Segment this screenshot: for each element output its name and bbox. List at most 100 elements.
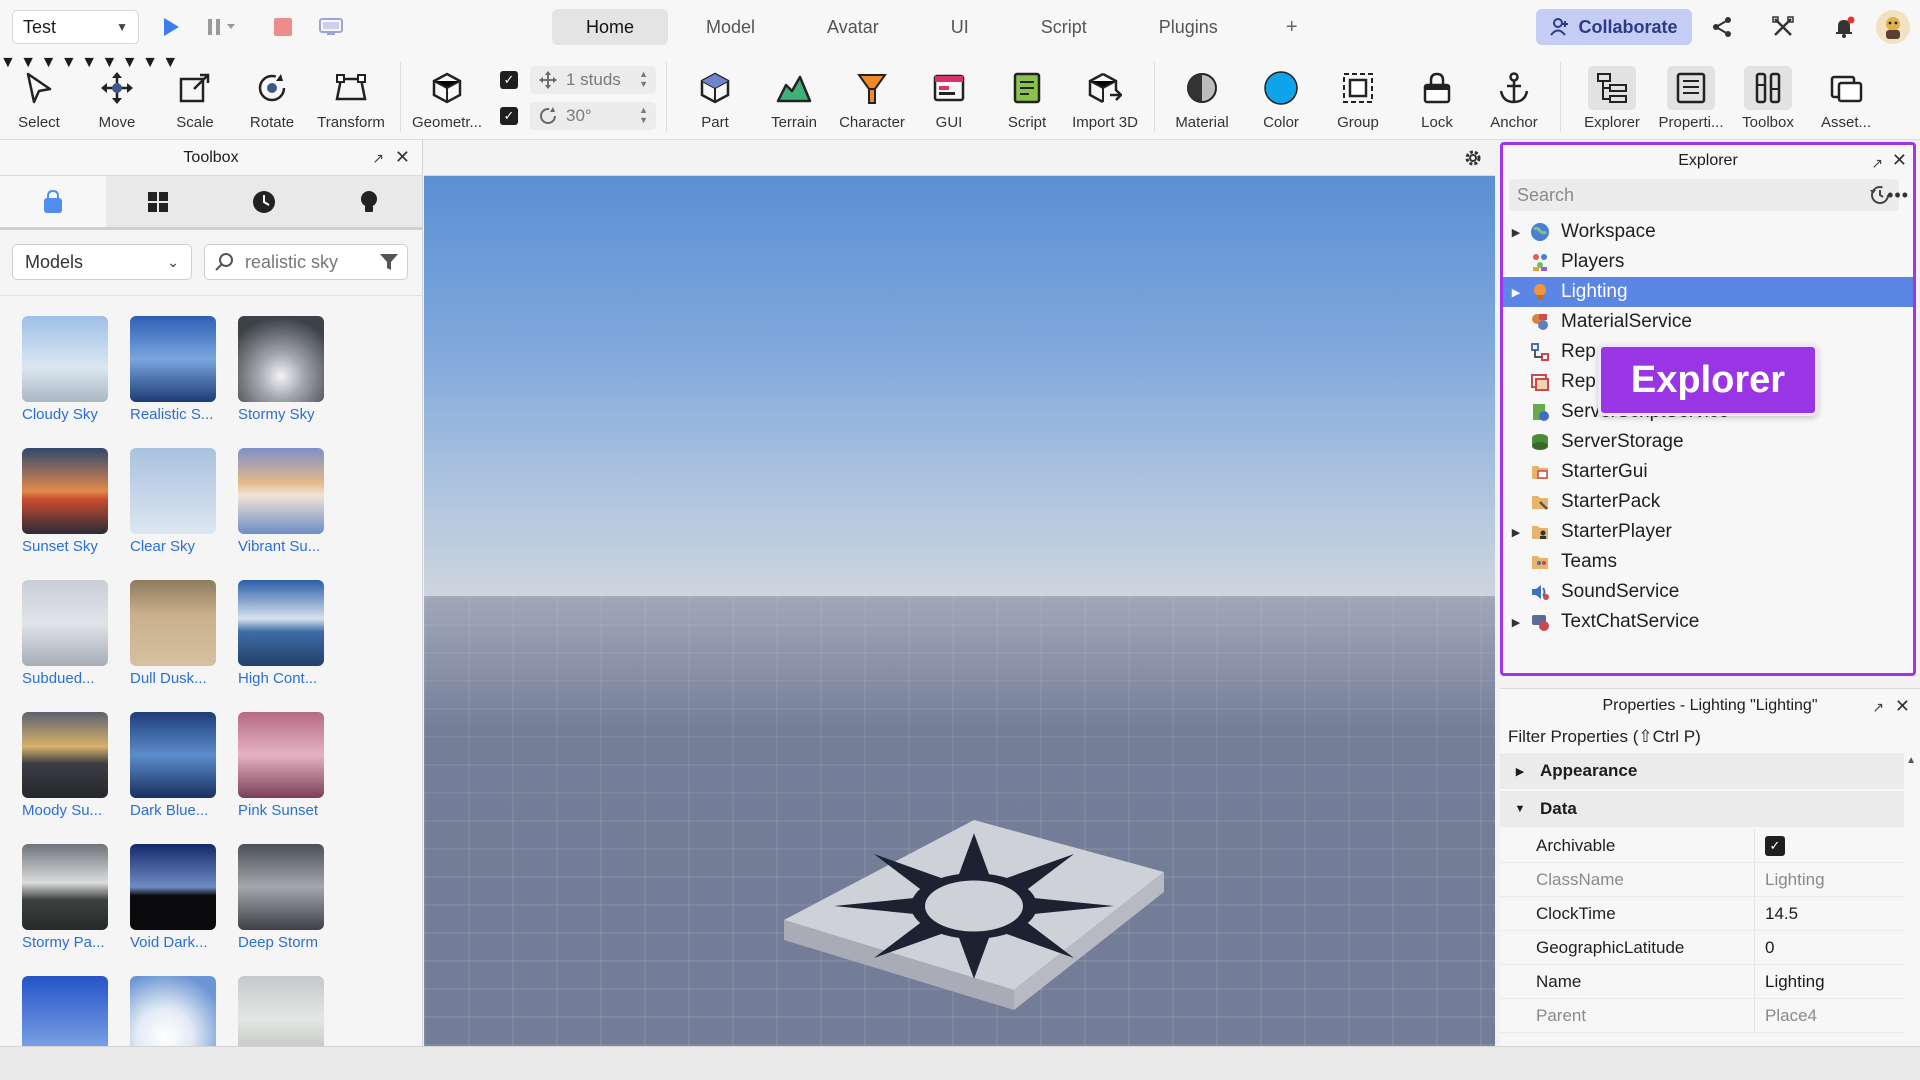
team-create-button[interactable] — [1769, 13, 1797, 41]
asset-card[interactable]: Stormy Sky — [238, 316, 330, 423]
close-icon[interactable]: ✕ — [1892, 150, 1907, 171]
asset-card[interactable]: Dull Dusk... — [130, 580, 222, 687]
tab-script[interactable]: Script — [1007, 9, 1121, 45]
tree-item-soundservice[interactable]: SoundService — [1503, 577, 1913, 607]
terrain-button[interactable]: Terrain — [766, 66, 822, 136]
category-data[interactable]: ▼ Data — [1500, 791, 1904, 827]
part-button[interactable]: Part — [690, 66, 740, 136]
script-button[interactable]: Script — [1002, 66, 1052, 136]
tab-creations[interactable] — [316, 176, 422, 227]
property-value[interactable]: Lighting — [1754, 964, 1904, 999]
tab-recent[interactable] — [211, 176, 317, 227]
properties-toggle-button[interactable]: Properti... — [1654, 66, 1728, 136]
asset-card[interactable]: Void Dark... — [130, 844, 222, 951]
asset-card[interactable]: Cloudy Sky — [22, 316, 114, 423]
tree-item-serverstorage[interactable]: ServerStorage — [1503, 427, 1913, 457]
share-button[interactable] — [1708, 13, 1736, 41]
test-mode-dropdown[interactable]: Test ▼ — [12, 10, 139, 44]
explorer-search-input[interactable]: Search — [1509, 179, 1899, 211]
tab-ui[interactable]: UI — [917, 9, 1003, 45]
stepper-icon[interactable]: ▲ ▼ — [639, 69, 648, 89]
character-button[interactable]: Character — [834, 66, 910, 136]
add-tab-button[interactable]: + — [1256, 9, 1328, 45]
tab-inventory[interactable] — [105, 176, 211, 227]
asset-card[interactable]: Moody Su... — [22, 712, 114, 819]
scroll-up-icon[interactable]: ▲ — [1906, 755, 1916, 766]
pause-button[interactable] — [206, 14, 236, 40]
move-snap-field[interactable]: 1 studs ▲ ▼ — [530, 66, 656, 94]
tree-item-teams[interactable]: Teams — [1503, 547, 1913, 577]
asset-card[interactable]: High Cont... — [238, 580, 330, 687]
tree-item-starterplayer[interactable]: ▶ StarterPlayer — [1503, 517, 1913, 547]
property-row-name[interactable]: Name Lighting — [1500, 964, 1904, 999]
toolbox-toggle-button[interactable]: Toolbox — [1736, 66, 1800, 136]
more-options-icon[interactable]: ••• — [1887, 185, 1909, 206]
tree-item-starterpack[interactable]: StarterPack — [1503, 487, 1913, 517]
tree-item-workspace[interactable]: ▶ Workspace — [1503, 217, 1913, 247]
user-avatar[interactable] — [1876, 10, 1910, 44]
rotate-snap-checkbox[interactable]: ✓ — [500, 107, 518, 125]
filter-properties-input[interactable]: Filter Properties (⇧Ctrl P) — [1508, 727, 1701, 747]
asset-card[interactable] — [22, 976, 114, 1046]
tree-item-lighting[interactable]: ▶ Lighting — [1503, 277, 1913, 307]
material-button[interactable]: Material — [1170, 66, 1234, 136]
tab-avatar[interactable]: Avatar — [793, 9, 913, 45]
rotate-snap-field[interactable]: 30° ▲ ▼ — [530, 102, 656, 130]
gui-button[interactable]: GUI — [924, 66, 974, 136]
spawn-location[interactable] — [784, 820, 1164, 1040]
asset-card[interactable]: Sunset Sky — [22, 448, 114, 555]
asset-card[interactable]: Vibrant Su... — [238, 448, 330, 555]
stop-button[interactable] — [272, 14, 294, 40]
lock-button[interactable]: Lock — [1412, 66, 1462, 136]
close-icon[interactable]: ✕ — [1895, 696, 1910, 717]
play-button[interactable] — [160, 14, 182, 40]
popout-icon[interactable]: ↗ — [372, 150, 384, 167]
transform-tool-button[interactable]: Transform — [314, 66, 388, 136]
asset-card[interactable] — [238, 976, 330, 1046]
popout-icon[interactable]: ↗ — [1872, 699, 1884, 716]
group-button[interactable]: Group — [1332, 66, 1384, 136]
property-row-geographiclatitude[interactable]: GeographicLatitude 0 — [1500, 930, 1904, 965]
tab-marketplace[interactable] — [0, 176, 106, 227]
tab-model[interactable]: Model — [672, 9, 789, 45]
expand-arrow-icon[interactable]: ▶ — [1500, 765, 1540, 778]
asset-card[interactable]: Stormy Pa... — [22, 844, 114, 951]
property-value[interactable]: 14.5 — [1754, 896, 1904, 931]
close-icon[interactable]: ✕ — [395, 147, 410, 168]
move-tool-button[interactable]: Move — [92, 66, 142, 136]
expand-arrow-icon[interactable]: ▶ — [1503, 226, 1529, 239]
rotate-tool-button[interactable]: Rotate — [246, 66, 298, 136]
asset-card[interactable]: Deep Storm — [238, 844, 330, 951]
asset-card[interactable]: Realistic S... — [130, 316, 222, 423]
3d-viewport[interactable] — [424, 140, 1495, 1046]
category-dropdown[interactable]: Models ⌄ — [12, 244, 192, 280]
tab-home[interactable]: Home — [552, 9, 669, 45]
asset-card[interactable]: Dark Blue... — [130, 712, 222, 819]
asset-manager-button[interactable]: Asset... — [1814, 66, 1878, 136]
asset-card[interactable]: Clear Sky — [130, 448, 222, 555]
tab-plugins[interactable]: Plugins — [1125, 9, 1252, 45]
category-appearance[interactable]: ▶ Appearance — [1500, 753, 1904, 789]
expand-arrow-icon[interactable]: ▶ — [1503, 526, 1529, 539]
property-row-clocktime[interactable]: ClockTime 14.5 — [1500, 896, 1904, 931]
notifications-button[interactable] — [1830, 13, 1858, 41]
device-emulator-button[interactable] — [318, 14, 344, 40]
tree-item-players[interactable]: Players — [1503, 247, 1913, 277]
asset-card[interactable] — [130, 976, 222, 1046]
collapse-arrow-icon[interactable]: ▼ — [1500, 803, 1540, 815]
popout-icon[interactable]: ↗ — [1871, 155, 1883, 172]
toolbox-search-input[interactable]: realistic sky — [204, 244, 408, 280]
stepper-icon[interactable]: ▲ ▼ — [639, 105, 648, 125]
select-tool-button[interactable]: Select — [14, 66, 64, 136]
color-button[interactable]: Color — [1254, 66, 1308, 136]
archivable-checkbox[interactable]: ✓ — [1765, 835, 1785, 856]
asset-card[interactable]: Subdued... — [22, 580, 114, 687]
anchor-button[interactable]: Anchor — [1486, 66, 1542, 136]
expand-arrow-icon[interactable]: ▶ — [1503, 286, 1529, 299]
asset-card[interactable]: Pink Sunset — [238, 712, 330, 819]
gear-icon[interactable] — [1463, 148, 1483, 168]
geometry-button[interactable]: Geometr... — [410, 66, 484, 136]
explorer-toggle-button[interactable]: Explorer — [1580, 66, 1644, 136]
filter-icon[interactable] — [379, 252, 399, 272]
tree-item-materialservice[interactable]: MaterialService — [1503, 307, 1913, 337]
